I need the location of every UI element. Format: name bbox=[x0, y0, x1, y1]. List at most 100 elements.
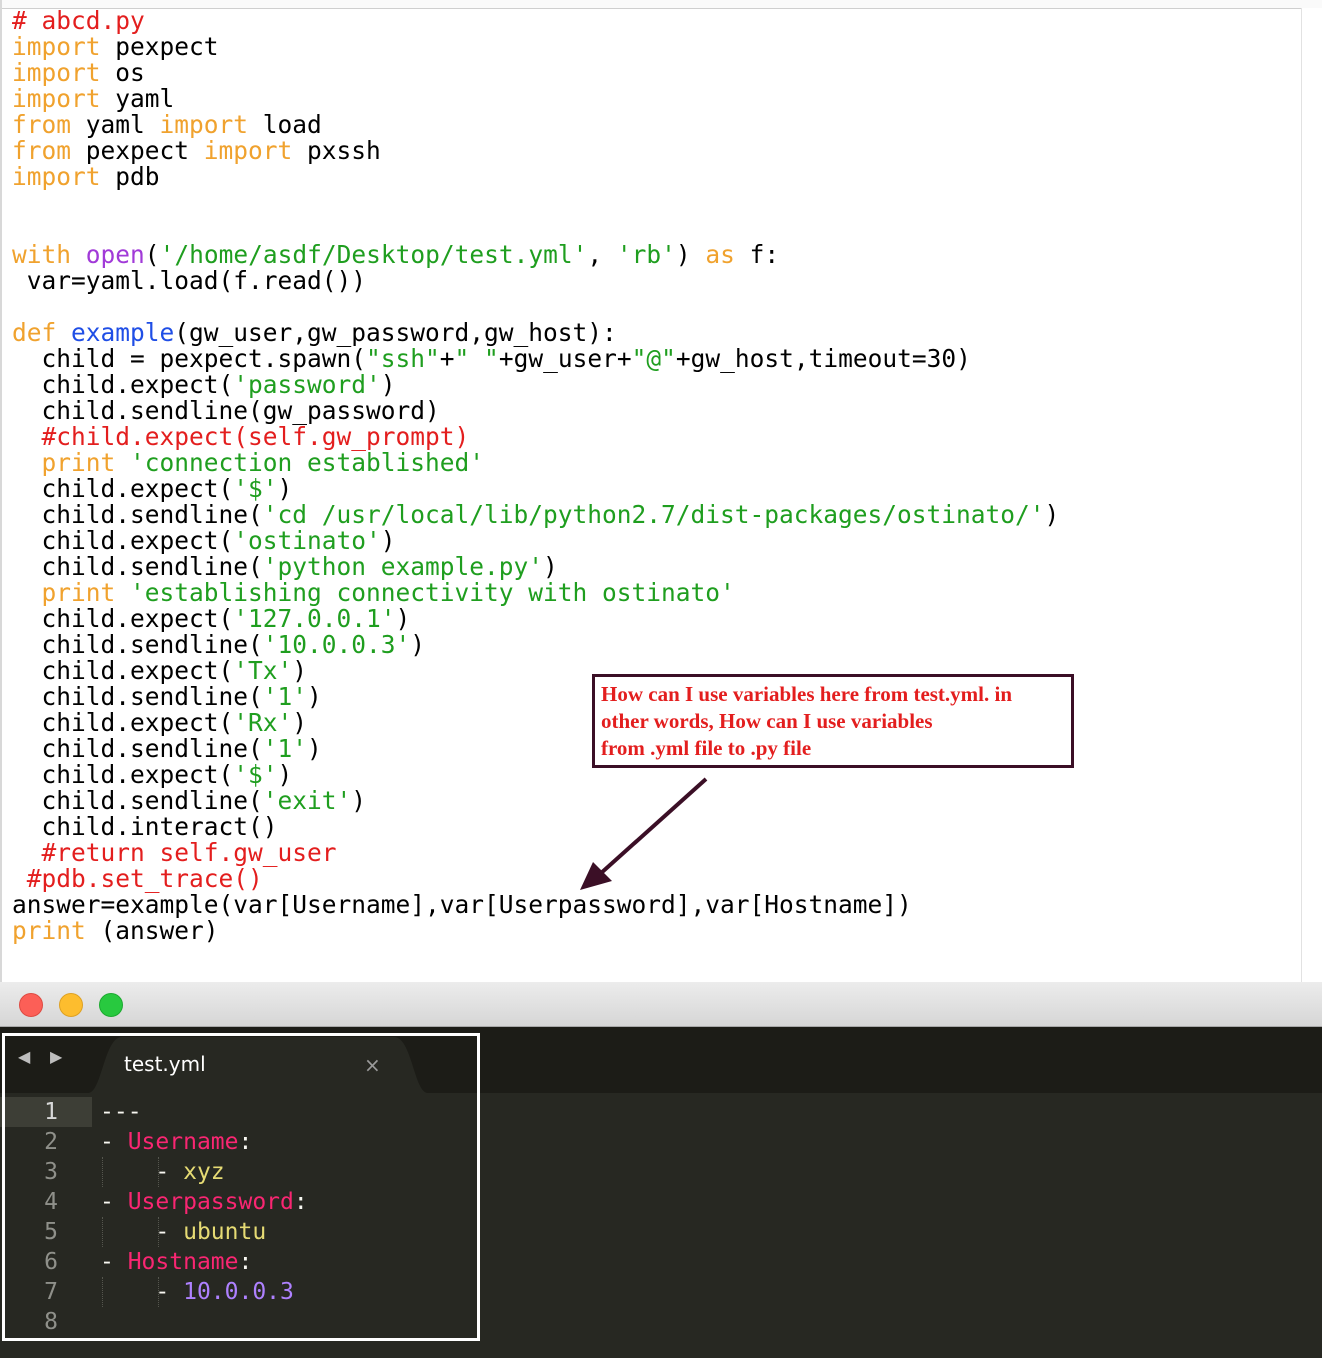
editor-left-edge bbox=[0, 0, 2, 982]
code-line: # abcd.py bbox=[12, 8, 1059, 34]
code-token: #return self.gw_user bbox=[12, 838, 337, 867]
code-token: child.sendline(gw_password) bbox=[12, 396, 440, 425]
code-token: ) bbox=[277, 474, 293, 503]
code-token: +gw_user+ bbox=[498, 344, 632, 373]
code-token: child.sendline( bbox=[12, 552, 263, 581]
code-token: print bbox=[41, 578, 116, 607]
code-line: child.expect('ostinato') bbox=[12, 528, 1059, 554]
code-token: "ssh" bbox=[366, 344, 440, 373]
code-token: ) bbox=[543, 552, 558, 581]
code-token: child.expect( bbox=[12, 474, 234, 503]
code-token: var=yaml.load(f.read()) bbox=[12, 266, 367, 295]
code-token: '1' bbox=[262, 682, 308, 711]
code-token: pexpect bbox=[71, 136, 204, 165]
code-line: print 'connection established' bbox=[12, 450, 1059, 476]
code-line: with open('/home/asdf/Desktop/test.yml',… bbox=[12, 242, 1059, 268]
code-token: 'ostinato' bbox=[233, 526, 381, 555]
code-token: example bbox=[71, 318, 175, 347]
minimize-window-button[interactable] bbox=[59, 993, 83, 1017]
code-line: child.sendline('cd /usr/local/lib/python… bbox=[12, 500, 1060, 529]
code-token: ) bbox=[307, 734, 322, 763]
code-token: import bbox=[12, 162, 101, 191]
code-line: answer=example(var[Username],var[Userpas… bbox=[12, 892, 1059, 918]
code-token: child = pexpect.spawn( bbox=[12, 344, 367, 373]
code-token: 'rb' bbox=[616, 240, 676, 269]
window-titlebar[interactable] bbox=[0, 982, 1322, 1027]
code-token: child.sendline( bbox=[12, 734, 263, 763]
code-token: '10.0.0.3' bbox=[262, 630, 411, 659]
code-token: " " bbox=[454, 344, 499, 373]
python-editor[interactable]: # abcd.py import pexpect import os import y… bbox=[0, 0, 1322, 982]
code-token: child.sendline( bbox=[12, 630, 263, 659]
code-line: child.expect('$') bbox=[12, 476, 1059, 502]
question-annotation: How can I use variables here from test.y… bbox=[592, 674, 1074, 768]
code-token: 'connection established' bbox=[130, 448, 485, 477]
code-token: , bbox=[587, 240, 617, 269]
code-line: child.expect('password') bbox=[12, 372, 1059, 398]
code-token: 'exit' bbox=[262, 786, 352, 815]
code-token: child.expect( bbox=[12, 656, 234, 685]
code-token: "@" bbox=[631, 344, 676, 373]
code-line: import os bbox=[12, 60, 1059, 86]
code-token: child.sendline( bbox=[12, 682, 263, 711]
code-token: import bbox=[203, 136, 293, 165]
code-token: '127.0.0.1' bbox=[233, 604, 396, 633]
code-line: import yaml bbox=[12, 86, 1059, 112]
code-token: '1' bbox=[262, 734, 308, 763]
annotation-line: from .yml file to .py file bbox=[601, 736, 812, 760]
code-line: child.sendline('10.0.0.3') bbox=[12, 632, 1059, 658]
code-line: #return self.gw_user bbox=[12, 840, 1059, 866]
code-line: from pexpect import pxssh bbox=[12, 138, 1059, 164]
code-line: child.interact() bbox=[12, 814, 1059, 840]
code-token: with bbox=[12, 240, 72, 269]
code-line: child = pexpect.spawn("ssh"+" "+gw_user+… bbox=[12, 346, 1059, 372]
code-token: child.sendline( bbox=[12, 500, 263, 529]
code-token: child.expect( bbox=[12, 708, 234, 737]
code-token: yaml bbox=[71, 110, 160, 139]
code-line: child.expect('127.0.0.1') bbox=[12, 606, 1059, 632]
editor-scrollbar[interactable] bbox=[1301, 8, 1322, 982]
code-token: ) bbox=[410, 630, 426, 659]
code-token: '/home/asdf/Desktop/test.yml' bbox=[159, 240, 588, 269]
code-token: from bbox=[12, 136, 72, 165]
code-token: 'password' bbox=[233, 370, 381, 399]
code-token: #child.expect(self.gw_prompt) bbox=[12, 422, 470, 451]
code-token: import bbox=[12, 32, 101, 61]
code-token: def bbox=[12, 318, 57, 347]
code-token: f: bbox=[734, 240, 780, 269]
code-token: # abcd.py bbox=[12, 6, 145, 35]
code-token: (answer) bbox=[85, 916, 219, 945]
code-token: + bbox=[439, 344, 455, 373]
code-line: print (answer) bbox=[12, 918, 1059, 944]
code-line: print 'establishing connectivity with os… bbox=[12, 580, 1059, 606]
code-token: ) bbox=[1044, 500, 1060, 529]
close-window-button[interactable] bbox=[19, 993, 43, 1017]
python-code[interactable]: # abcd.py import pexpect import os import y… bbox=[12, 8, 1059, 944]
zoom-window-button[interactable] bbox=[99, 993, 123, 1017]
code-token: from bbox=[12, 110, 72, 139]
code-token: ) bbox=[675, 240, 706, 269]
code-token: ) bbox=[380, 526, 396, 555]
code-token: 'python example.py' bbox=[262, 552, 544, 581]
code-token: child.expect( bbox=[12, 370, 234, 399]
code-token: ) bbox=[307, 682, 322, 711]
code-line: from yaml import load bbox=[12, 112, 1059, 138]
code-token: ) bbox=[277, 760, 293, 789]
code-token: print bbox=[41, 448, 116, 477]
code-token: print bbox=[12, 916, 86, 945]
code-token: child.interact() bbox=[12, 812, 278, 841]
code-line: def example(gw_user,gw_password,gw_host)… bbox=[12, 320, 1059, 346]
code-token: '$' bbox=[233, 474, 278, 503]
code-token: (gw_user,gw_password,gw_host): bbox=[174, 318, 617, 347]
code-token: import bbox=[12, 58, 101, 87]
code-token: ) bbox=[292, 708, 308, 737]
code-token: pexpect bbox=[100, 32, 219, 61]
